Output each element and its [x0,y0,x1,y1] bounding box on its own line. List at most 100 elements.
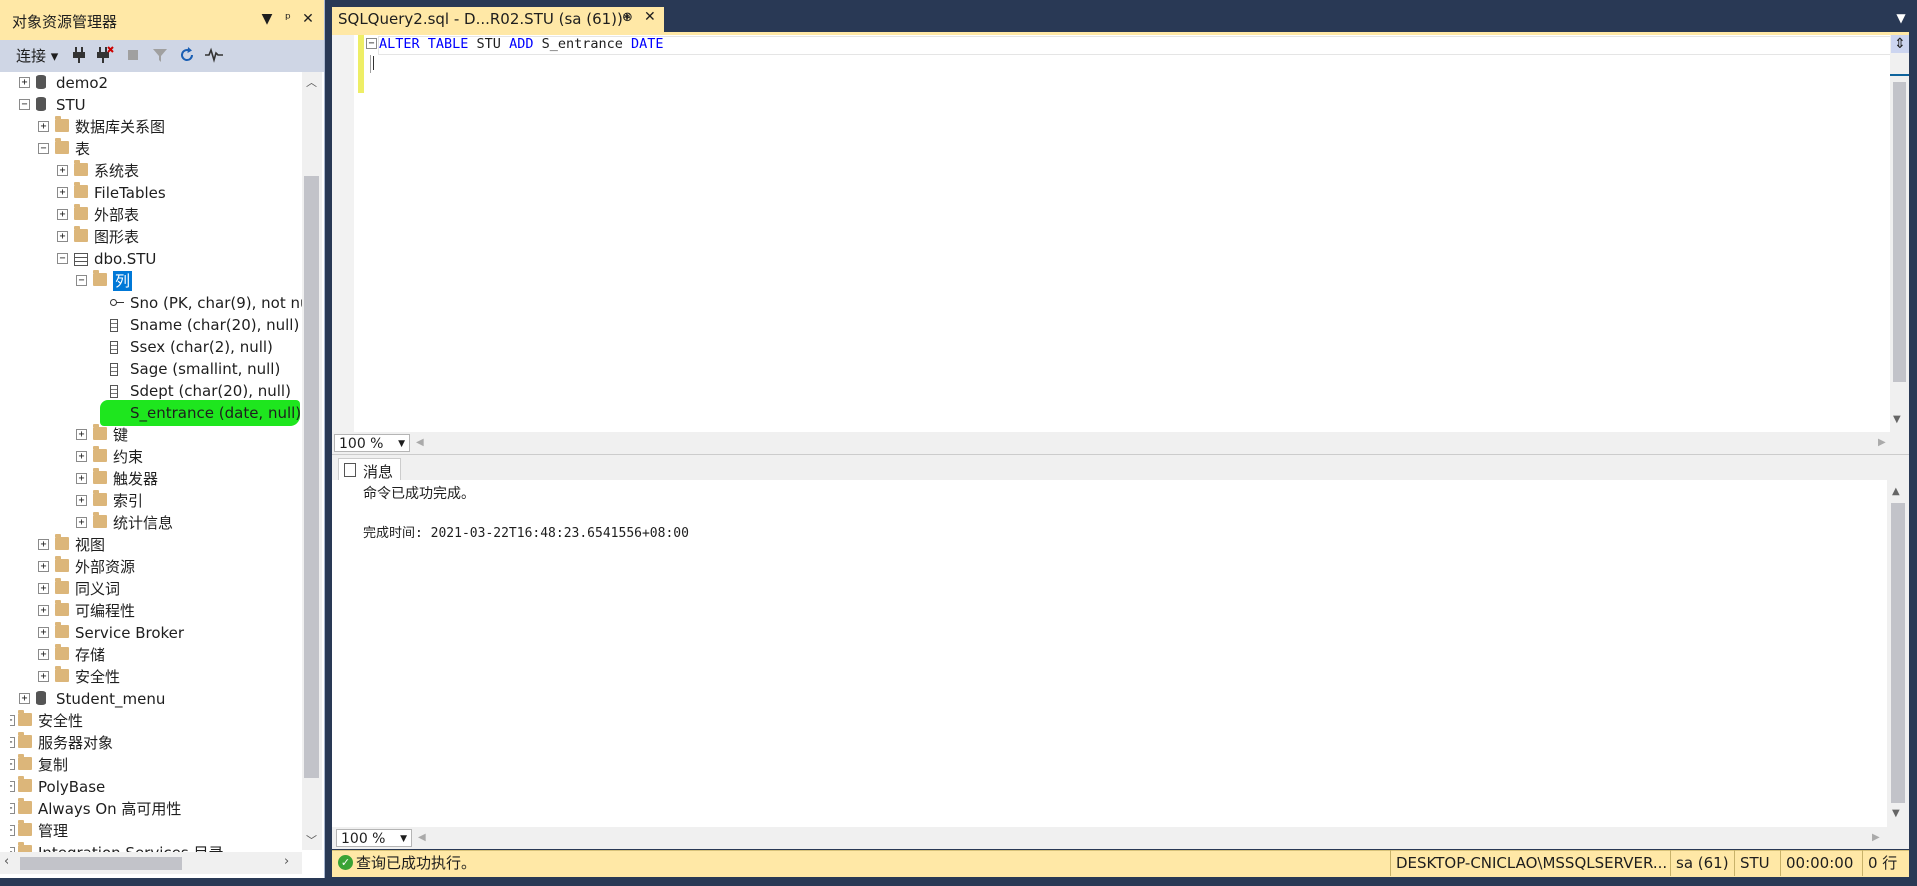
stop-icon[interactable] [126,46,140,66]
disconnect-plug-icon[interactable] [96,46,114,66]
close-icon[interactable]: ✕ [298,9,318,29]
expand-icon[interactable]: + [38,627,49,638]
scroll-up-icon[interactable]: ▲ [1892,486,1900,497]
tree-node[interactable]: − 表 [10,138,302,160]
tab-close-icon[interactable]: ✕ [644,9,656,25]
tree-node[interactable]: + 外部资源 [10,556,302,578]
connect-button[interactable]: 连接 ▾ [16,46,58,66]
refresh-icon[interactable] [178,46,196,66]
tree-node[interactable]: Sdept (char(20), null) [10,380,302,402]
expand-icon[interactable]: + [38,561,49,572]
tree-node[interactable]: + 存储 [10,644,302,666]
scroll-left-icon[interactable]: ‹ [4,854,9,869]
editor-zoom-select[interactable]: 100 % ▼ [334,434,410,452]
expand-icon[interactable]: + [19,693,30,704]
expand-icon[interactable]: + [38,605,49,616]
tree-node[interactable]: + Service Broker [10,622,302,644]
tree-node[interactable]: − STU [10,94,302,116]
expand-icon[interactable]: + [76,495,87,506]
expand-icon[interactable]: + [57,187,68,198]
scroll-right-icon[interactable]: ▶ [1878,437,1886,448]
expand-icon[interactable]: + [76,517,87,528]
tree-node[interactable]: + Always On 高可用性 [10,798,302,820]
tree-node[interactable]: + 约束 [10,446,302,468]
tree-node[interactable]: S_entrance (date, null) [10,400,302,426]
tab-overflow-dropdown-icon[interactable]: ▼ [1893,10,1909,26]
window-position-dropdown-icon[interactable]: ▼ [257,9,277,29]
tree-node[interactable]: + 复制 [10,754,302,776]
tree-node[interactable]: − 列 [10,270,302,292]
tree-node[interactable]: + 键 [10,424,302,446]
expand-icon[interactable]: + [76,451,87,462]
object-explorer-vertical-scroll-thumb[interactable] [304,176,319,778]
document-tab-sqlquery2[interactable]: SQLQuery2.sql - D...R02.STU (sa (61))* ⊕… [332,7,664,32]
expand-icon[interactable]: + [10,781,15,792]
tree-node[interactable]: + FileTables [10,182,302,204]
query-editor[interactable] [332,35,1909,432]
expand-icon[interactable]: + [19,77,30,88]
expand-icon[interactable]: + [10,715,15,726]
expand-icon[interactable]: + [76,473,87,484]
pin-icon[interactable]: ᵖ [278,9,298,29]
filter-icon[interactable] [152,46,168,66]
code-fold-collapse-icon[interactable]: − [366,38,377,49]
tree-node[interactable]: + 同义词 [10,578,302,600]
scroll-right-icon[interactable]: ▶ [1872,832,1880,843]
expand-icon[interactable]: + [57,165,68,176]
tab-pin-icon[interactable]: ⊕ [622,10,633,25]
collapse-icon[interactable]: − [57,253,68,264]
expand-icon[interactable]: + [38,671,49,682]
tree-node[interactable]: + 服务器对象 [10,732,302,754]
tree-node[interactable]: + 数据库关系图 [10,116,302,138]
expand-icon[interactable]: + [76,429,87,440]
tree-node[interactable]: + 视图 [10,534,302,556]
tree-node[interactable]: − dbo.STU [10,248,302,270]
tree-node[interactable]: + 图形表 [10,226,302,248]
tree-node[interactable]: + Student_menu [10,688,302,710]
connect-plug-icon[interactable] [72,46,86,66]
editor-vertical-scroll-thumb[interactable] [1893,82,1906,382]
collapse-icon[interactable]: − [19,99,30,110]
tree-node[interactable]: Sage (smallint, null) [10,358,302,380]
messages-vertical-scroll-thumb[interactable] [1891,503,1905,803]
scroll-left-icon[interactable]: ◀ [416,437,424,448]
tree-node[interactable]: + 系统表 [10,160,302,182]
tree-node[interactable]: + 索引 [10,490,302,512]
tree-node[interactable]: + 安全性 [10,666,302,688]
expand-icon[interactable]: + [57,231,68,242]
editor-split-icon[interactable]: ⇕ [1891,35,1909,53]
expand-icon[interactable]: + [38,121,49,132]
tree-node[interactable]: + demo2 [10,72,302,94]
expand-icon[interactable]: + [10,825,15,836]
expand-icon[interactable]: + [10,737,15,748]
tree-node[interactable]: + 安全性 [10,710,302,732]
collapse-icon[interactable]: − [76,275,87,286]
tree-node[interactable]: + 触发器 [10,468,302,490]
sql-code-line[interactable]: ALTER TABLE STU ADD S_entrance DATE [379,34,664,54]
scroll-down-icon[interactable]: ▼ [1892,808,1900,819]
expand-icon[interactable]: + [10,759,15,770]
tree-node[interactable]: + 管理 [10,820,302,842]
tree-node[interactable]: Ssex (char(2), null) [10,336,302,358]
activity-monitor-icon[interactable] [204,46,224,66]
object-explorer-horizontal-scroll-thumb[interactable] [20,857,182,870]
tab-messages[interactable]: 消息 [338,458,401,481]
expand-icon[interactable]: + [38,583,49,594]
tree-node[interactable]: + 统计信息 [10,512,302,534]
scroll-up-icon[interactable]: ︿ [306,74,317,90]
messages-zoom-select[interactable]: 100 % ▼ [336,829,412,847]
tree-node[interactable]: +Integration Services 目录 [10,842,302,852]
tree-node[interactable]: Sno (PK, char(9), not null) [10,292,302,314]
scroll-left-icon[interactable]: ◀ [418,832,426,843]
collapse-icon[interactable]: − [38,143,49,154]
expand-icon[interactable]: + [38,539,49,550]
expand-icon[interactable]: + [38,649,49,660]
scroll-right-icon[interactable]: › [284,854,289,869]
editor-scroll-down-icon[interactable]: ▼ [1893,414,1906,426]
tree-node[interactable]: + 外部表 [10,204,302,226]
tree-node[interactable]: + 可编程性 [10,600,302,622]
expand-icon[interactable]: + [57,209,68,220]
tree-node[interactable]: + PolyBase [10,776,302,798]
expand-icon[interactable]: + [10,803,15,814]
tree-node[interactable]: Sname (char(20), null) [10,314,302,336]
